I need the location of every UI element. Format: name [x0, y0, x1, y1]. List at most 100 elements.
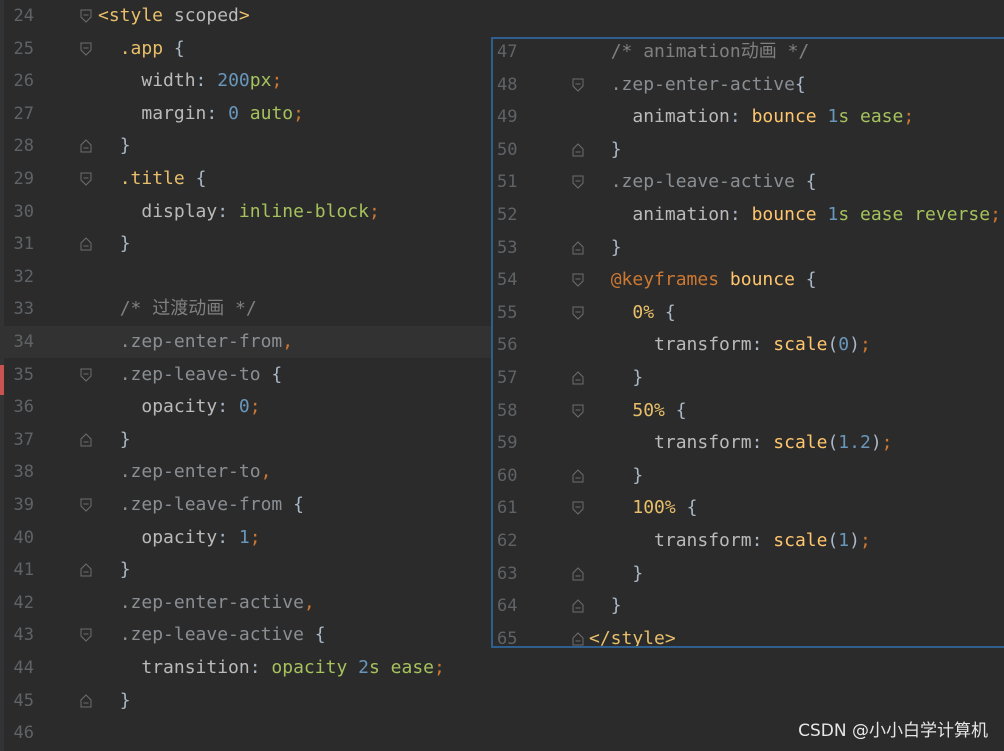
fold-open-icon[interactable] [80, 498, 92, 512]
code-text[interactable]: } [98, 130, 131, 162]
code-text[interactable]: transform: scale(1); [589, 525, 871, 557]
line-number: 38 [13, 462, 34, 483]
code-line[interactable]: 61 100% { [493, 492, 1004, 524]
code-line[interactable]: 45 } [0, 685, 1004, 717]
fold-open-icon[interactable] [80, 628, 92, 643]
fold-close-icon[interactable] [80, 139, 92, 153]
line-number: 47 [497, 42, 518, 62]
fold-close-icon[interactable] [572, 143, 584, 157]
code-text[interactable]: width: 200px; [98, 65, 282, 97]
code-text[interactable]: } [98, 685, 131, 717]
code-text[interactable]: /* animation动画 */ [589, 39, 810, 68]
code-text[interactable]: .app { [98, 33, 185, 65]
code-text[interactable]: .zep-enter-active, [98, 587, 315, 619]
code-text[interactable]: @keyframes bounce { [589, 264, 817, 296]
code-text[interactable]: .zep-leave-active { [589, 166, 817, 198]
line-number: 41 [13, 560, 34, 581]
code-text[interactable]: transform: scale(0); [589, 329, 871, 361]
code-text[interactable]: 50% { [589, 395, 686, 427]
fold-close-icon[interactable] [572, 469, 584, 483]
fold-open-icon[interactable] [572, 175, 584, 190]
code-text[interactable]: } [589, 232, 622, 264]
code-line[interactable]: 56 transform: scale(0); [493, 329, 1004, 361]
code-text[interactable]: animation: bounce 1s ease; [589, 101, 914, 133]
code-line[interactable]: 24 <style scoped> [0, 0, 1004, 32]
code-text[interactable]: <style scoped> [98, 0, 250, 32]
code-line[interactable]: 53 } [493, 232, 1004, 264]
code-text[interactable]: opacity: 1; [98, 522, 260, 554]
code-text[interactable]: </style> [589, 623, 676, 646]
code-text[interactable]: } [589, 558, 643, 590]
code-text[interactable]: transition: opacity 2s ease; [98, 652, 445, 684]
code-line[interactable]: 57 } [493, 362, 1004, 394]
fold-close-icon[interactable] [80, 433, 92, 447]
code-line[interactable]: 60 } [493, 460, 1004, 492]
code-line[interactable]: 48 .zep-enter-active{ [493, 69, 1004, 101]
code-text[interactable]: opacity: 0; [98, 391, 260, 423]
quick-definition-popup[interactable]: 47 /* animation动画 */48 .zep-enter-active… [491, 37, 1004, 648]
fold-close-icon[interactable] [572, 632, 584, 646]
code-line[interactable]: 49 animation: bounce 1s ease; [493, 101, 1004, 133]
code-text[interactable]: } [589, 590, 622, 622]
code-text[interactable]: margin: 0 auto; [98, 98, 304, 130]
fold-close-icon[interactable] [572, 599, 584, 613]
code-text[interactable]: transform: scale(1.2); [589, 427, 892, 459]
code-text[interactable]: animation: bounce 1s ease reverse; [589, 199, 1001, 231]
fold-close-icon[interactable] [572, 240, 584, 255]
code-text[interactable]: } [589, 134, 622, 166]
fold-close-icon[interactable] [80, 563, 92, 577]
code-line[interactable]: 51 .zep-leave-active { [493, 166, 1004, 198]
code-text[interactable]: 100% { [589, 492, 697, 524]
code-text[interactable]: .zep-leave-to { [98, 359, 283, 391]
line-number: 43 [13, 625, 34, 646]
fold-open-icon[interactable] [80, 368, 92, 382]
fold-open-icon[interactable] [572, 273, 584, 287]
code-line[interactable]: 52 animation: bounce 1s ease reverse; [493, 199, 1004, 231]
code-text[interactable]: .title { [98, 163, 207, 195]
watermark: CSDN @小小白学计算机 [798, 721, 988, 741]
line-number: 34 [13, 332, 34, 352]
code-text[interactable]: /* 过渡动画 */ [98, 293, 257, 325]
code-line[interactable]: 64 } [493, 590, 1004, 622]
code-text[interactable]: .zep-enter-active{ [589, 69, 806, 101]
fold-close-icon[interactable] [80, 237, 92, 251]
fold-open-icon[interactable] [572, 306, 584, 320]
line-number: 42 [13, 592, 34, 613]
code-text[interactable]: display: inline-block; [98, 196, 379, 228]
code-text[interactable]: } [98, 554, 131, 586]
code-line[interactable]: 44 transition: opacity 2s ease; [0, 652, 1004, 684]
line-number: 32 [13, 266, 34, 287]
fold-close-icon[interactable] [572, 371, 584, 385]
code-text[interactable]: .zep-enter-from, [98, 326, 293, 358]
fold-open-icon[interactable] [80, 172, 92, 186]
code-line[interactable]: 62 transform: scale(1); [493, 525, 1004, 557]
code-line[interactable]: 58 50% { [493, 395, 1004, 427]
fold-open-icon[interactable] [572, 78, 584, 92]
fold-open-icon[interactable] [572, 501, 584, 516]
fold-open-icon[interactable] [80, 42, 92, 56]
line-number: 25 [13, 38, 34, 59]
fold-open-icon[interactable] [80, 9, 92, 23]
line-number: 30 [13, 201, 34, 222]
code-line[interactable]: 47 /* animation动画 */ [493, 39, 1004, 68]
fold-close-icon[interactable] [572, 566, 584, 581]
code-text[interactable]: .zep-leave-active { [98, 619, 326, 651]
code-text[interactable]: } [98, 228, 131, 260]
code-line[interactable]: 55 0% { [493, 297, 1004, 329]
line-number: 24 [13, 6, 34, 26]
code-text[interactable]: } [98, 424, 131, 456]
code-text[interactable]: .zep-leave-from { [98, 489, 304, 521]
code-line[interactable]: 59 transform: scale(1.2); [493, 427, 1004, 459]
code-line[interactable]: 54 @keyframes bounce { [493, 264, 1004, 296]
fold-close-icon[interactable] [80, 693, 92, 708]
code-line[interactable]: 63 } [493, 558, 1004, 590]
code-text[interactable]: 0% { [589, 297, 675, 329]
code-text[interactable]: } [589, 362, 643, 394]
code-line[interactable]: 65 </style> [493, 623, 1004, 646]
fold-open-icon[interactable] [572, 404, 584, 418]
code-text[interactable]: } [589, 460, 643, 492]
line-number: 33 [13, 299, 34, 320]
line-number: 49 [497, 107, 518, 128]
code-text[interactable]: .zep-enter-to, [98, 456, 272, 488]
code-line[interactable]: 50 } [493, 134, 1004, 166]
